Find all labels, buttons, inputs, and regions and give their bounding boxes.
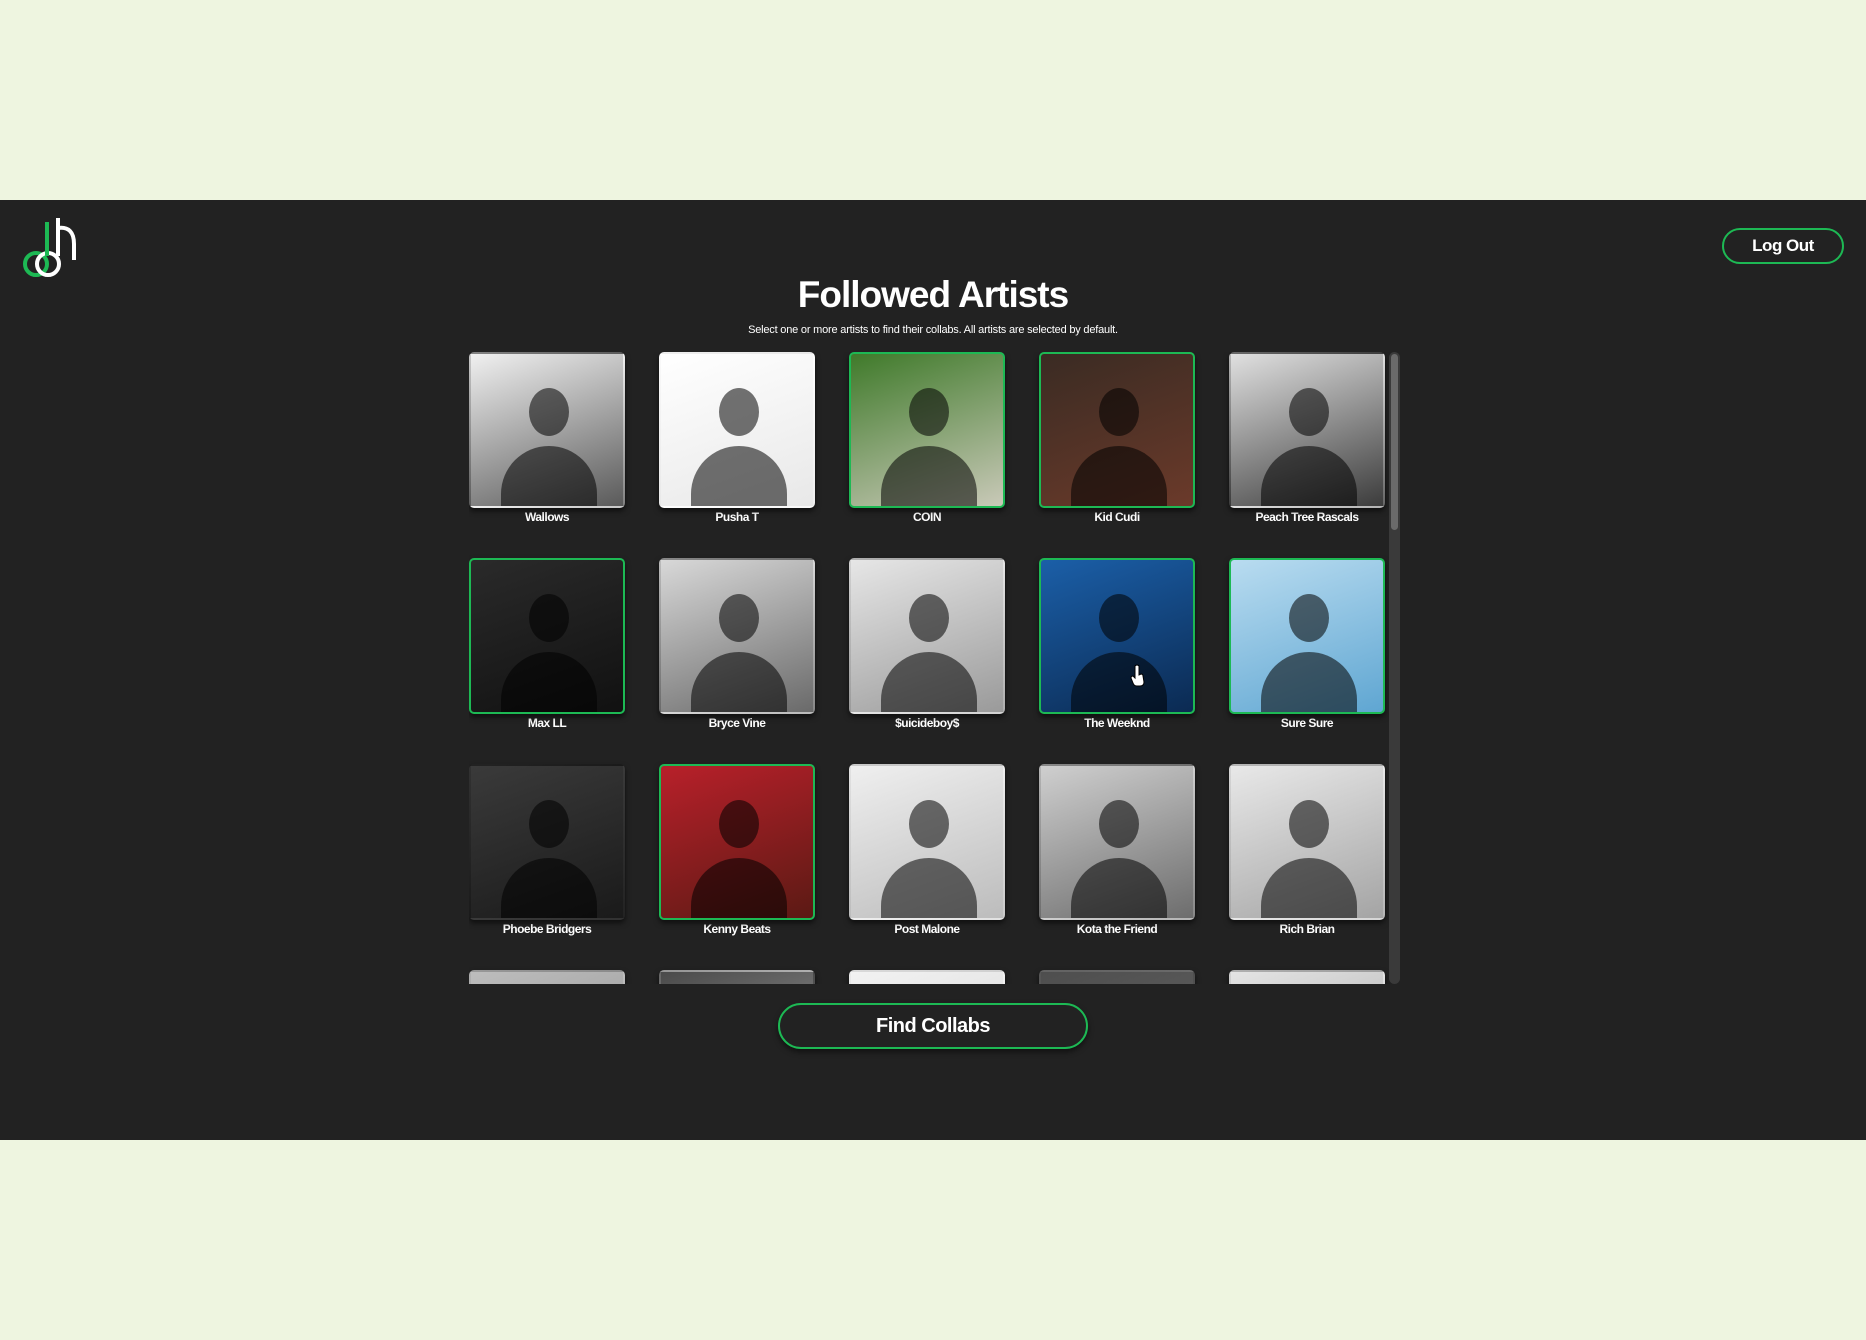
artist-photo[interactable] xyxy=(1039,558,1195,714)
artist-silhouette-body xyxy=(501,652,597,712)
artist-silhouette-head xyxy=(1289,800,1329,848)
music-note-logo-icon[interactable] xyxy=(22,216,86,282)
artist-photo[interactable] xyxy=(849,352,1005,508)
artist-silhouette-body xyxy=(881,652,977,712)
artist-photo[interactable] xyxy=(469,970,625,984)
artist-silhouette-head xyxy=(719,594,759,642)
artist-card[interactable]: Kota the Friend xyxy=(1039,764,1195,936)
artist-name: Sure Sure xyxy=(1280,716,1334,730)
artist-grid-scrollbar[interactable] xyxy=(1389,352,1400,984)
artist-silhouette-head xyxy=(1289,594,1329,642)
artist-name: COIN xyxy=(913,510,942,524)
artist-name: The Weeknd xyxy=(1084,716,1150,730)
page-subtitle: Select one or more artists to find their… xyxy=(748,324,1118,336)
artist-photo[interactable] xyxy=(469,764,625,920)
artist-card[interactable] xyxy=(1229,970,1385,984)
artist-silhouette-head xyxy=(1099,800,1139,848)
artist-silhouette-body xyxy=(501,858,597,918)
artist-photo[interactable] xyxy=(1229,970,1385,984)
find-collabs-button[interactable]: Find Collabs xyxy=(778,1003,1088,1049)
artist-silhouette-head xyxy=(719,388,759,436)
artist-card[interactable]: Sure Sure xyxy=(1229,558,1385,730)
artist-silhouette-body xyxy=(1071,446,1167,506)
artist-photo[interactable] xyxy=(659,352,815,508)
artist-silhouette-head xyxy=(1289,388,1329,436)
artist-silhouette-body xyxy=(1261,446,1357,506)
artist-name: Kid Cudi xyxy=(1094,510,1140,524)
artist-name: Wallows xyxy=(524,510,570,524)
logout-button[interactable]: Log Out xyxy=(1722,228,1844,264)
artist-silhouette-body xyxy=(1261,652,1357,712)
artist-card[interactable]: Rich Brian xyxy=(1229,764,1385,936)
artist-photo[interactable] xyxy=(1039,970,1195,984)
artist-name: Kota the Friend xyxy=(1076,922,1158,936)
artist-silhouette-body xyxy=(1261,858,1357,918)
artist-photo[interactable] xyxy=(1229,352,1385,508)
artist-card[interactable]: Phoebe Bridgers xyxy=(469,764,625,936)
artist-card[interactable]: Peach Tree Rascals xyxy=(1229,352,1385,524)
artist-silhouette-head xyxy=(529,388,569,436)
artist-grid-container[interactable]: Wallows Pusha T COIN Kid Cudi Peach Tree Ras… xyxy=(469,352,1400,984)
artist-card[interactable] xyxy=(659,970,815,984)
artist-silhouette-head xyxy=(529,800,569,848)
artist-photo[interactable] xyxy=(849,970,1005,984)
artist-card[interactable] xyxy=(1039,970,1195,984)
artist-silhouette-head xyxy=(909,388,949,436)
artist-silhouette-body xyxy=(501,446,597,506)
artist-card[interactable]: COIN xyxy=(849,352,1005,524)
artist-card[interactable]: Wallows xyxy=(469,352,625,524)
artist-grid: Wallows Pusha T COIN Kid Cudi Peach Tree Ras… xyxy=(469,352,1385,984)
artist-name: Peach Tree Rascals xyxy=(1255,510,1359,524)
artist-photo[interactable] xyxy=(1229,558,1385,714)
artist-card[interactable] xyxy=(469,970,625,984)
artist-photo[interactable] xyxy=(659,970,815,984)
artist-photo[interactable] xyxy=(1229,764,1385,920)
artist-silhouette-body xyxy=(691,652,787,712)
artist-card[interactable]: Max LL xyxy=(469,558,625,730)
artist-silhouette-body xyxy=(881,858,977,918)
artist-name: Bryce Vine xyxy=(708,716,766,730)
artist-photo[interactable] xyxy=(469,558,625,714)
artist-silhouette-head xyxy=(1099,594,1139,642)
artist-silhouette-body xyxy=(1071,858,1167,918)
artist-card[interactable]: Kenny Beats xyxy=(659,764,815,936)
hand-cursor-icon xyxy=(1130,664,1145,687)
artist-card[interactable]: The Weeknd xyxy=(1039,558,1195,730)
artist-name: Phoebe Bridgers xyxy=(502,922,592,936)
artist-silhouette-head xyxy=(1099,388,1139,436)
artist-name: Post Malone xyxy=(894,922,960,936)
artist-silhouette-head xyxy=(909,594,949,642)
artist-silhouette-body xyxy=(691,858,787,918)
artist-card[interactable]: Post Malone xyxy=(849,764,1005,936)
artist-silhouette-head xyxy=(719,800,759,848)
artist-card[interactable]: $uicideboy$ xyxy=(849,558,1005,730)
artist-photo[interactable] xyxy=(849,558,1005,714)
artist-silhouette-body xyxy=(691,446,787,506)
artist-silhouette-body xyxy=(1071,652,1167,712)
artist-silhouette-head xyxy=(909,800,949,848)
artist-card[interactable]: Kid Cudi xyxy=(1039,352,1195,524)
artist-name: $uicideboy$ xyxy=(895,716,959,730)
artist-photo[interactable] xyxy=(659,764,815,920)
artist-photo[interactable] xyxy=(659,558,815,714)
artist-card[interactable]: Bryce Vine xyxy=(659,558,815,730)
artist-card[interactable]: Pusha T xyxy=(659,352,815,524)
artist-photo[interactable] xyxy=(469,352,625,508)
app-panel: Log Out Followed Artists Select one or m… xyxy=(0,200,1866,1140)
artist-silhouette-body xyxy=(881,446,977,506)
page-title: Followed Artists xyxy=(797,274,1069,315)
artist-photo[interactable] xyxy=(1039,352,1195,508)
artist-name: Kenny Beats xyxy=(703,922,771,936)
artist-silhouette-head xyxy=(529,594,569,642)
artist-name: Max LL xyxy=(527,716,567,730)
artist-name: Rich Brian xyxy=(1279,922,1335,936)
artist-photo[interactable] xyxy=(1039,764,1195,920)
artist-photo[interactable] xyxy=(849,764,1005,920)
artist-card[interactable] xyxy=(849,970,1005,984)
artist-name: Pusha T xyxy=(715,510,759,524)
scrollbar-thumb[interactable] xyxy=(1391,354,1398,530)
